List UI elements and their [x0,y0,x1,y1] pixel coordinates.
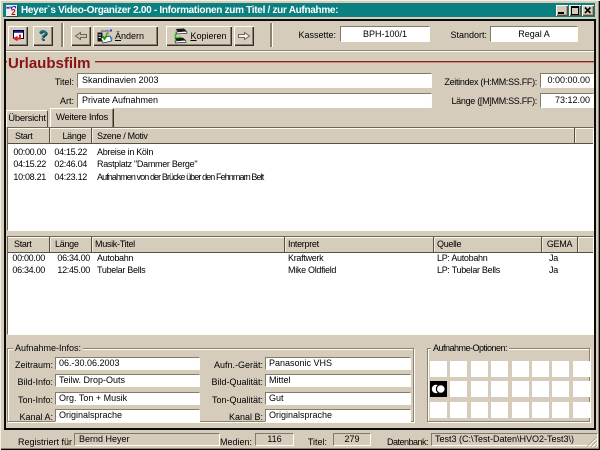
svg-text:2: 2 [11,8,16,16]
